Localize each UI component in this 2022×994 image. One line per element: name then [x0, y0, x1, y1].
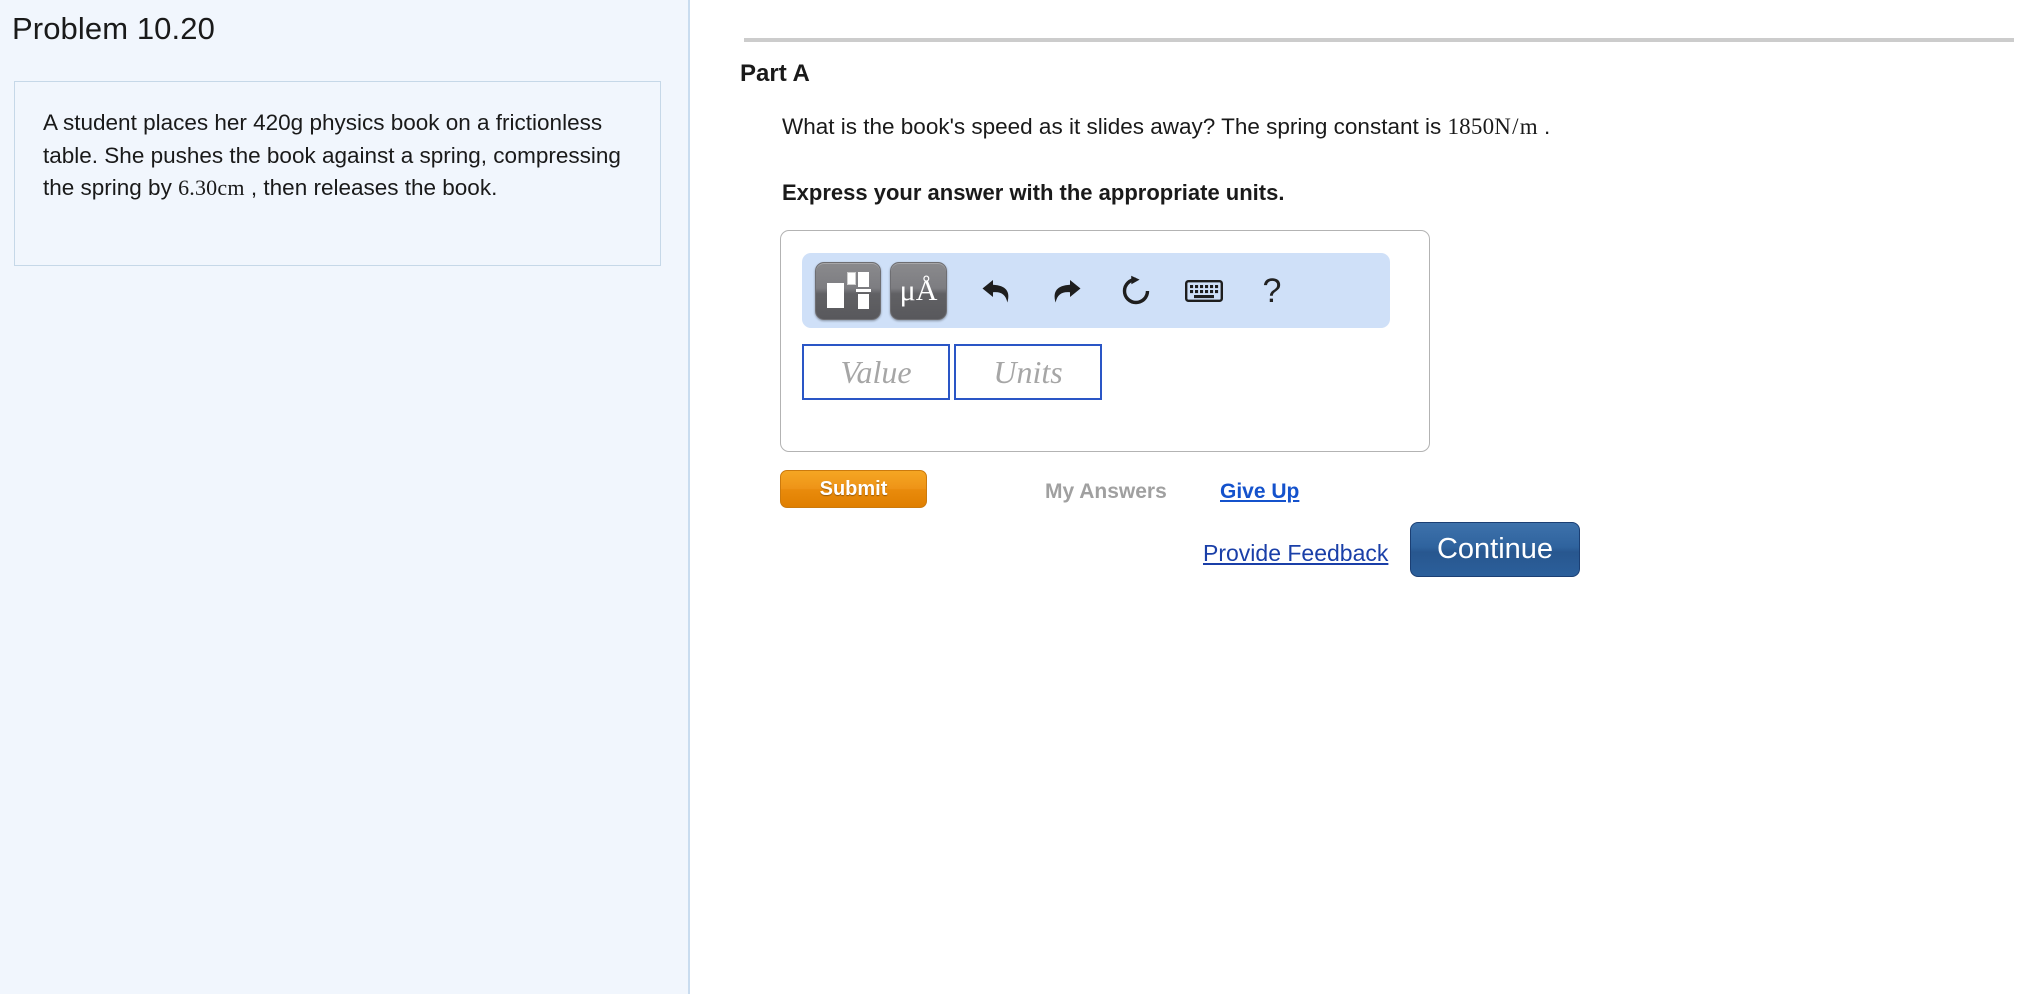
redo-icon[interactable]: [1042, 267, 1090, 315]
problem-statement-box: A student places her 420g physics book o…: [14, 81, 661, 266]
answer-instruction: Express your answer with the appropriate…: [782, 180, 1284, 206]
reset-icon[interactable]: [1112, 267, 1160, 315]
my-answers-label: My Answers: [1045, 480, 1167, 504]
question-text: What is the book's speed as it slides aw…: [782, 114, 1550, 140]
answer-panel: Part A What is the book's speed as it sl…: [692, 0, 2022, 994]
problem-compression-quantity: 6.30cm: [178, 175, 245, 200]
spring-constant-unit-numerator: N: [1494, 114, 1511, 139]
template-icon: [827, 272, 869, 310]
help-icon[interactable]: ?: [1248, 267, 1296, 315]
problem-statement-text: A student places her 420g physics book o…: [43, 107, 630, 205]
question-lead: What is the book's speed as it slides aw…: [782, 114, 1447, 139]
question-tail: .: [1538, 114, 1551, 139]
template-picker-button[interactable]: [815, 262, 881, 320]
keyboard-icon[interactable]: [1180, 267, 1228, 315]
part-heading: Part A: [740, 60, 810, 88]
units-picker-button[interactable]: μÅ: [890, 262, 947, 320]
micro-angstrom-icon: μÅ: [900, 276, 938, 306]
units-input[interactable]: Units: [954, 344, 1102, 400]
problem-panel: Problem 10.20 A student places her 420g …: [0, 0, 690, 994]
give-up-link[interactable]: Give Up: [1220, 480, 1299, 504]
problem-statement-tail: , then releases the book.: [245, 175, 498, 200]
submit-button[interactable]: Submit: [780, 470, 927, 508]
page-title: Problem 10.20: [12, 11, 215, 47]
spring-constant-unit-denominator: m: [1520, 114, 1538, 139]
problem-page: Problem 10.20 A student places her 420g …: [0, 0, 2022, 994]
undo-icon[interactable]: [973, 267, 1021, 315]
answer-toolbar: μÅ: [802, 253, 1390, 328]
value-input[interactable]: Value: [802, 344, 950, 400]
provide-feedback-link[interactable]: Provide Feedback: [1203, 540, 1388, 567]
horizontal-divider: [744, 38, 2014, 42]
spring-constant-value: 1850: [1447, 114, 1494, 139]
answer-entry-box: μÅ: [780, 230, 1430, 452]
spring-constant-unit-slash: /: [1511, 114, 1520, 139]
continue-button[interactable]: Continue: [1410, 522, 1580, 577]
